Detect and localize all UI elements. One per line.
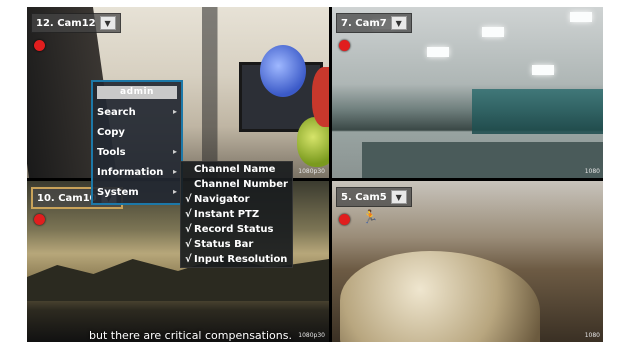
record-dot-icon (339, 214, 350, 225)
chevron-right-icon: ▸ (172, 187, 177, 196)
submenu-item-input-resolution[interactable]: √ Input Resolution (181, 252, 292, 267)
menu-item-system[interactable]: System ▸ (93, 183, 181, 203)
menu-item-label: System (97, 187, 139, 198)
camera-title-cam5[interactable]: 5. Cam5 ▼ (336, 187, 412, 207)
check-icon: √ (185, 209, 192, 220)
running-person-icon: 🏃 (362, 210, 379, 225)
submenu-item-channel-number[interactable]: Channel Number (181, 177, 292, 192)
chevron-right-icon: ▸ (172, 147, 177, 156)
submenu-item-navigator[interactable]: √ Navigator (181, 192, 292, 207)
camera-tile-cam7[interactable]: 7. Cam7 ▼ 1080 (332, 7, 603, 178)
scene-toy (312, 67, 329, 127)
submenu-item-record-status[interactable]: √ Record Status (181, 222, 292, 237)
scene-ceiling-light (570, 12, 592, 22)
chevron-right-icon: ▸ (172, 107, 177, 116)
submenu-item-channel-name[interactable]: Channel Name (181, 162, 292, 177)
check-icon: √ (185, 254, 192, 265)
submenu-item-instant-ptz[interactable]: √ Instant PTZ (181, 207, 292, 222)
menu-item-tools[interactable]: Tools ▸ (93, 143, 181, 163)
resolution-label: 1080 (584, 168, 600, 175)
resolution-label: 1080p30 (298, 332, 325, 339)
chevron-right-icon: ▸ (172, 167, 177, 176)
menu-user-header: admin (97, 86, 177, 99)
chevron-down-icon[interactable]: ▼ (99, 16, 116, 30)
submenu-item-label: Status Bar (194, 239, 254, 250)
video-caption: but there are critical compensations. (89, 329, 292, 342)
record-dot-icon (34, 40, 45, 51)
check-icon: √ (185, 239, 192, 250)
camera-grid: 12. Cam12 ▼ 1080p30 7. Cam7 ▼ 1080 10. C… (27, 7, 603, 342)
menu-item-label: Tools (97, 147, 126, 158)
submenu-item-label: Instant PTZ (194, 209, 260, 220)
scene-desk (362, 142, 603, 178)
submenu-item-label: Record Status (194, 224, 274, 235)
check-icon: √ (185, 194, 192, 205)
camera-title-label: 7. Cam7 (341, 17, 387, 29)
scene-glass-wall (472, 89, 603, 134)
scene-ceiling-light (532, 65, 554, 75)
camera-title-label: 12. Cam12 (36, 17, 96, 29)
scene-ceiling-light (482, 27, 504, 37)
menu-item-label: Information (97, 167, 164, 178)
camera-title-cam12[interactable]: 12. Cam12 ▼ (31, 13, 121, 33)
camera-title-label: 10. Cam10 (37, 192, 97, 204)
menu-item-label: Search (97, 107, 136, 118)
menu-item-copy[interactable]: Copy (93, 123, 181, 143)
resolution-label: 1080p30 (298, 168, 325, 175)
check-icon: √ (185, 224, 192, 235)
menu-item-search[interactable]: Search ▸ (93, 103, 181, 123)
camera-tile-cam5[interactable]: 5. Cam5 ▼ 🏃 1080 (332, 181, 603, 342)
context-menu: admin Search ▸ Copy Tools ▸ Information … (91, 80, 183, 205)
scene-rock (340, 251, 540, 342)
camera-title-cam7[interactable]: 7. Cam7 ▼ (336, 13, 412, 33)
scene-toy (260, 45, 306, 97)
display-submenu: Channel Name Channel Number √ Navigator √… (180, 161, 293, 268)
submenu-item-label: Channel Name (194, 164, 276, 175)
resolution-label: 1080 (584, 332, 600, 339)
submenu-item-label: Channel Number (194, 179, 288, 190)
chevron-down-icon[interactable]: ▼ (390, 190, 407, 204)
submenu-item-label: Navigator (194, 194, 250, 205)
record-dot-icon (34, 214, 45, 225)
chevron-down-icon[interactable]: ▼ (390, 16, 407, 30)
menu-item-label: Copy (97, 127, 125, 138)
submenu-item-status-bar[interactable]: √ Status Bar (181, 237, 292, 252)
scene-ceiling-light (427, 47, 449, 57)
menu-item-information[interactable]: Information ▸ (93, 163, 181, 183)
submenu-item-label: Input Resolution (194, 254, 288, 265)
camera-title-label: 5. Cam5 (341, 191, 387, 203)
record-dot-icon (339, 40, 350, 51)
